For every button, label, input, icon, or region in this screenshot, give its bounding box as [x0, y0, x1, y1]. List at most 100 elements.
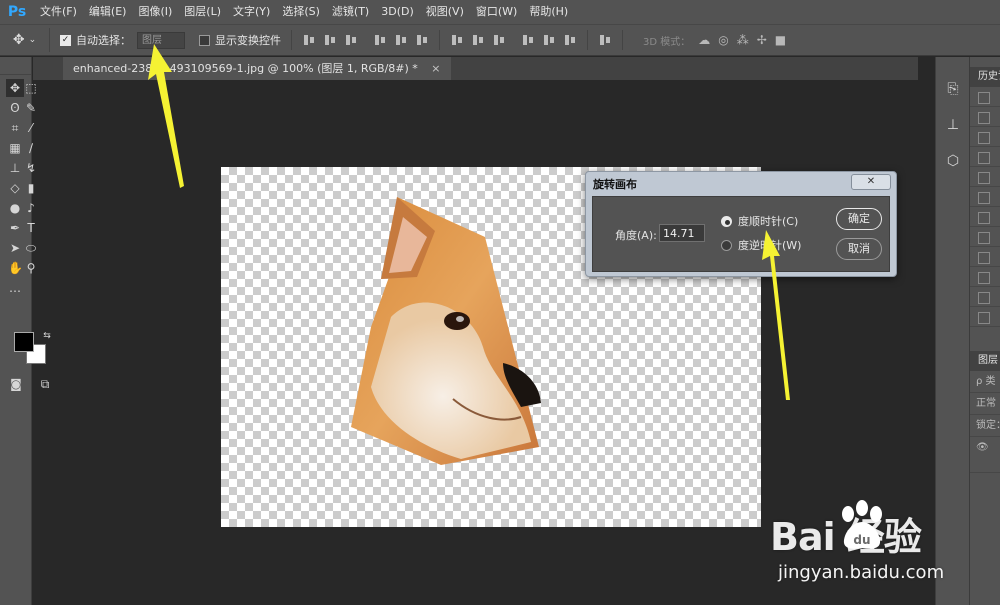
history-item[interactable] [970, 267, 1000, 287]
menu-view[interactable]: 视图(V) [420, 0, 470, 24]
clockwise-label: 度顺时针(C) [738, 215, 799, 228]
distribute-right-icon[interactable] [563, 33, 577, 47]
history-item[interactable] [970, 307, 1000, 327]
history-item[interactable] [970, 147, 1000, 167]
close-icon[interactable]: × [431, 62, 440, 75]
menu-edit[interactable]: 编辑(E) [83, 0, 133, 24]
marquee-tool-icon[interactable]: ⬚ [24, 81, 38, 95]
layer-row[interactable]: 👁 [970, 437, 1000, 473]
distribute-vcenter-icon[interactable] [471, 33, 485, 47]
cancel-button[interactable]: 取消 [836, 238, 882, 260]
type-tool-icon[interactable]: T [24, 221, 38, 235]
brush-tool-icon[interactable]: ∕ [24, 141, 38, 155]
blend-mode-select[interactable]: 正常 [970, 393, 1000, 415]
document-tab[interactable]: enhanced-23831 493109569-1.jpg @ 100% (图… [63, 57, 451, 80]
distribute-hcenter-icon[interactable] [542, 33, 556, 47]
blur-tool-icon[interactable]: ● [8, 201, 22, 215]
menu-file[interactable]: 文件(F) [34, 0, 83, 24]
ellipse-tool-icon[interactable]: ⬭ [24, 241, 38, 255]
history-item[interactable] [970, 227, 1000, 247]
quick-select-tool-icon[interactable]: ✎ [24, 101, 38, 115]
align-left-icon[interactable] [373, 33, 387, 47]
menu-window[interactable]: 窗口(W) [470, 0, 523, 24]
history-panel-title[interactable]: 历史记录 [970, 67, 1000, 87]
chevron-down-icon: ⌄ [28, 35, 37, 45]
camera-3d-icon[interactable]: ■ [775, 33, 786, 47]
show-transform-checkbox[interactable] [199, 34, 210, 46]
history-item[interactable] [970, 127, 1000, 147]
layers-panel-title[interactable]: 图层 [970, 351, 1000, 371]
healing-brush-icon[interactable]: ▦ [8, 141, 22, 155]
eyedropper-tool-icon[interactable]: ⁄ [24, 121, 38, 135]
path-select-icon[interactable]: ➤ [8, 241, 22, 255]
history-item[interactable] [970, 207, 1000, 227]
drag-3d-icon[interactable]: ⁂ [737, 33, 749, 47]
align-bottom-icon[interactable] [344, 33, 358, 47]
counterclockwise-option[interactable]: 度逆时针(W) [721, 237, 851, 253]
foreground-color[interactable] [14, 332, 34, 352]
divider [291, 30, 292, 50]
menu-filter[interactable]: 滤镜(T) [326, 0, 375, 24]
zoom-tool-icon[interactable]: ⚲ [24, 261, 38, 275]
move-tool-preset[interactable]: ✥ ⌄ [0, 28, 50, 52]
menu-select[interactable]: 选择(S) [276, 0, 326, 24]
gradient-tool-icon[interactable]: ▮ [24, 181, 38, 195]
menu-type[interactable]: 文字(Y) [227, 0, 276, 24]
align-right-icon[interactable] [415, 33, 429, 47]
menu-3d[interactable]: 3D(D) [375, 0, 420, 24]
distribute-top-icon[interactable] [450, 33, 464, 47]
pen-tool-icon[interactable]: ✒ [8, 221, 22, 235]
screen-mode-icon[interactable]: ⧉ [38, 377, 52, 391]
quick-mask-icon[interactable]: ◙ [9, 377, 23, 391]
history-item[interactable] [970, 107, 1000, 127]
history-panel-icon[interactable]: ⎘ [936, 71, 970, 107]
auto-select-checkbox[interactable]: ✓ [60, 34, 71, 46]
clockwise-radio[interactable] [721, 215, 732, 227]
align-hcenter-icon[interactable] [394, 33, 408, 47]
hand-tool-icon[interactable]: ✋ [8, 261, 23, 275]
dodge-tool-icon[interactable]: ♪ [24, 201, 38, 215]
more-tools-icon[interactable]: … [8, 281, 22, 295]
clone-stamp-icon[interactable]: ⊥ [8, 161, 22, 175]
distribute-bottom-icon[interactable] [492, 33, 506, 47]
auto-align-icon[interactable] [598, 33, 612, 47]
3d-panel-icon[interactable]: ⬡ [936, 143, 970, 179]
clone-source-icon[interactable]: ⊥ [936, 107, 970, 143]
history-item[interactable] [970, 167, 1000, 187]
menu-layer[interactable]: 图层(L) [178, 0, 227, 24]
menu-image[interactable]: 图像(I) [132, 0, 178, 24]
visibility-eye-icon[interactable]: 👁 [976, 442, 989, 453]
menu-help[interactable]: 帮助(H) [523, 0, 574, 24]
distribute-left-icon[interactable] [521, 33, 535, 47]
dialog-close-button[interactable]: ✕ [851, 174, 891, 190]
history-item[interactable] [970, 247, 1000, 267]
crop-tool-icon[interactable]: ⌗ [8, 121, 22, 135]
align-vcenter-icon[interactable] [323, 33, 337, 47]
divider [587, 30, 588, 50]
clockwise-option[interactable]: 度顺时针(C) [721, 213, 851, 229]
rotate-canvas-dialog: 旋转画布 ✕ 角度(A): 度顺时针(C) 度逆时针(W) 确定 取消 [585, 171, 897, 277]
auto-select-dropdown[interactable]: 图层 [137, 31, 185, 49]
ok-button[interactable]: 确定 [836, 208, 882, 230]
history-brush-icon[interactable]: ↯ [24, 161, 38, 175]
baidu-watermark: Bai 经验 du jingyan.baidu.com [770, 500, 1000, 600]
show-transform-option[interactable]: 显示变换控件 [199, 32, 281, 48]
roll-3d-icon[interactable]: ◎ [718, 33, 728, 47]
move-tool-icon[interactable]: ✥ [6, 79, 24, 97]
align-top-icon[interactable] [302, 33, 316, 47]
distribute-buttons [450, 33, 577, 47]
history-item[interactable] [970, 287, 1000, 307]
slide-3d-icon[interactable]: ✢ [757, 33, 767, 47]
history-item[interactable] [970, 87, 1000, 107]
toolbar-grip[interactable] [0, 57, 31, 75]
eraser-tool-icon[interactable]: ◇ [8, 181, 22, 195]
lasso-tool-icon[interactable]: ʘ [8, 101, 22, 115]
auto-select-option[interactable]: ✓ 自动选择： [60, 32, 131, 48]
layers-filter[interactable]: ρ 类 [970, 371, 1000, 393]
history-item[interactable] [970, 187, 1000, 207]
swap-colors-icon[interactable]: ⇆ [40, 329, 54, 343]
mode-3d-label: 3D 模式： [643, 36, 691, 48]
angle-input[interactable] [659, 224, 705, 242]
counterclockwise-radio[interactable] [721, 239, 732, 251]
orbit-3d-icon[interactable]: ☁ [698, 33, 710, 47]
